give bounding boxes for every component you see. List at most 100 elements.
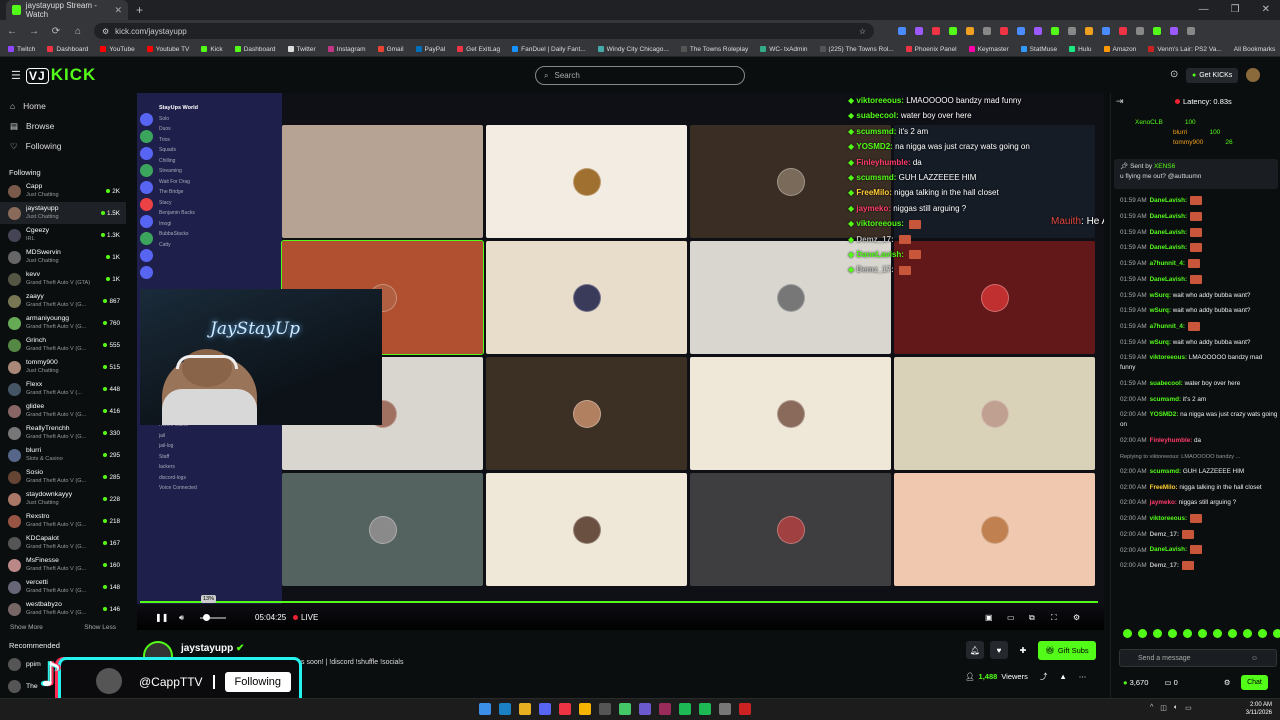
settings-icon[interactable]: ⚙	[1073, 613, 1080, 622]
following-item[interactable]: armaniyoungg Grand Theft Auto V (G... 760	[0, 312, 126, 334]
chat-send-button[interactable]: Chat	[1241, 675, 1268, 690]
get-kicks-button[interactable]: ● Get KICKs	[1186, 68, 1239, 83]
all-bookmarks-button[interactable]: All Bookmarks	[1234, 46, 1276, 53]
back-icon[interactable]: ←	[6, 26, 18, 37]
home-browser-icon[interactable]: ⌂	[72, 26, 84, 37]
following-item[interactable]: MDSwervin Just Chatting 1K	[0, 246, 126, 268]
steam-icon[interactable]	[499, 703, 511, 715]
emote-icon[interactable]	[1198, 629, 1207, 638]
user-avatar[interactable]	[1246, 68, 1260, 82]
bookmark-item[interactable]: Instagram	[327, 46, 366, 53]
bookmark-item[interactable]: Twitch	[8, 46, 35, 53]
video-player[interactable]: StayUps World Solo Duos Trios Squads Chillin…	[137, 93, 1104, 630]
chat-username[interactable]: scumsmd:	[1150, 468, 1182, 475]
chat-username[interactable]: viktoreeous:	[1150, 515, 1187, 522]
show-less-button[interactable]: Show Less	[84, 624, 116, 631]
forward-icon[interactable]: →	[28, 26, 40, 37]
menu-icon[interactable]: ☰	[11, 69, 21, 82]
bookmark-item[interactable]: Dashboard	[47, 46, 88, 53]
chat-username[interactable]: Demz_17:	[1150, 562, 1179, 569]
notification-bell-icon[interactable]: 🔔︎	[966, 641, 984, 659]
chat-username[interactable]: DaneLavish:	[1150, 229, 1187, 236]
chat-username[interactable]: wSurq:	[1150, 292, 1171, 299]
chat-username[interactable]: DaneLavish:	[1150, 547, 1187, 554]
emote-icon[interactable]	[1123, 629, 1132, 638]
close-window-icon[interactable]: ✕	[1262, 4, 1270, 15]
extension-icon[interactable]	[1085, 27, 1093, 35]
following-item[interactable]: tommy900 Just Chatting 515	[0, 356, 126, 378]
emote-icon[interactable]	[1273, 629, 1280, 638]
chat-username[interactable]: DaneLavish:	[1150, 197, 1187, 204]
app-icon[interactable]	[599, 703, 611, 715]
following-item[interactable]: kevv Grand Theft Auto V (GTA) 1K	[0, 268, 126, 290]
extension-icon[interactable]	[1102, 27, 1110, 35]
extension-icon[interactable]	[949, 27, 957, 35]
chrome-icon[interactable]	[579, 703, 591, 715]
file-explorer-icon[interactable]	[519, 703, 531, 715]
extension-icon[interactable]	[1051, 27, 1059, 35]
extension-icon[interactable]	[983, 27, 991, 35]
bookmark-item[interactable]: FanDuel | Daily Fant...	[512, 46, 586, 53]
app-icon[interactable]	[619, 703, 631, 715]
chat-username[interactable]: DaneLavish:	[1150, 244, 1187, 251]
bookmark-item[interactable]: Phoenix Panel	[905, 46, 957, 53]
bookmark-item[interactable]: Keymaster	[968, 46, 1009, 53]
share-icon[interactable]: ⤴	[1040, 671, 1048, 682]
bookmark-item[interactable]: Twitter	[287, 46, 316, 53]
emote-icon[interactable]	[1258, 629, 1267, 638]
extension-icon[interactable]	[1017, 27, 1025, 35]
following-item[interactable]: glidee Grand Theft Auto V (G... 416	[0, 400, 126, 422]
following-item[interactable]: vercetti Grand Theft Auto V (G... 148	[0, 576, 126, 598]
emoji-icon[interactable]: ☺	[1251, 655, 1258, 662]
extension-icon[interactable]	[915, 27, 923, 35]
app-icon[interactable]	[559, 703, 571, 715]
emote-icon[interactable]	[1213, 629, 1222, 638]
following-item[interactable]: staydownkayyy Just Chatting 228	[0, 488, 126, 510]
extension-icon[interactable]	[1136, 27, 1144, 35]
following-item[interactable]: jaystayupp Just Chatting 1.5K	[0, 202, 126, 224]
chat-username[interactable]: suabecool:	[1150, 380, 1183, 387]
bookmark-item[interactable]: StatMuse	[1020, 46, 1057, 53]
reload-icon[interactable]: ⟳	[50, 26, 62, 37]
streamer-name[interactable]: jaystayupp ✔	[181, 643, 244, 654]
bookmark-item[interactable]: Dashboard	[234, 46, 276, 53]
following-item[interactable]: Cgeezy IRL 1.3K	[0, 224, 126, 246]
bookmark-item[interactable]: YouTube	[100, 46, 135, 53]
chat-username[interactable]: YOSMD2:	[1150, 411, 1179, 418]
pause-icon[interactable]: ❚❚	[155, 613, 168, 622]
fullscreen-icon[interactable]: ⛶	[1051, 613, 1057, 623]
nav-home[interactable]: ⌂ Home	[0, 96, 126, 116]
app-icon[interactable]	[719, 703, 731, 715]
app-icon[interactable]	[679, 703, 691, 715]
share-icon[interactable]: ✚	[1014, 641, 1032, 659]
bookmark-item[interactable]: WC- txAdmin	[760, 46, 808, 53]
chat-username[interactable]: wSurq:	[1150, 307, 1171, 314]
following-item[interactable]: blurri Slots & Casino 295	[0, 444, 126, 466]
emote-icon[interactable]	[1153, 629, 1162, 638]
new-tab-icon[interactable]: +	[136, 3, 143, 17]
windows-start-icon[interactable]	[479, 703, 491, 715]
bookmark-item[interactable]: Gmail	[377, 46, 404, 53]
chat-settings-icon[interactable]: ⚙	[1224, 678, 1231, 687]
following-item[interactable]: Grinch Grand Theft Auto V (G... 555	[0, 334, 126, 356]
bookmark-item[interactable]: The Towns Roleplay	[680, 46, 748, 53]
close-tab-icon[interactable]: ✕	[114, 5, 122, 16]
following-item[interactable]: Sosio Grand Theft Auto V (G... 285	[0, 466, 126, 488]
clip-icon[interactable]: ▣	[985, 613, 993, 622]
search-input[interactable]: ⌕ Search	[535, 66, 745, 85]
show-more-button[interactable]: Show More	[10, 624, 43, 631]
theater-mode-icon[interactable]: ▭	[1007, 613, 1015, 622]
spotify-icon[interactable]	[699, 703, 711, 715]
bookmark-item[interactable]: Youtube TV	[146, 46, 189, 53]
follow-heart-icon[interactable]: ♥	[990, 641, 1008, 659]
following-item[interactable]: MsFinesse Grand Theft Auto V (G... 160	[0, 554, 126, 576]
following-item[interactable]: Rexstro Grand Theft Auto V (G... 218	[0, 510, 126, 532]
extension-icon[interactable]	[898, 27, 906, 35]
kick-logo[interactable]: VJ KICK	[26, 65, 96, 85]
profile-icon[interactable]	[1187, 27, 1195, 35]
bookmark-item[interactable]: (225) The Towns Rol...	[819, 46, 894, 53]
points[interactable]: ● 3,670	[1123, 678, 1148, 687]
extension-icon[interactable]	[1119, 27, 1127, 35]
maximize-icon[interactable]: ❐	[1231, 4, 1240, 15]
clock[interactable]: 2:00 AM 3/11/2026	[1246, 701, 1272, 717]
